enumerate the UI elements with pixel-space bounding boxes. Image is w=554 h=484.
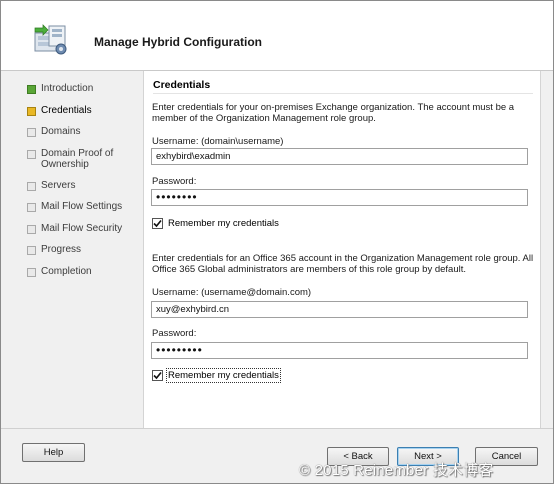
nav-step-progress: Progress	[27, 244, 145, 266]
cloud-remember-label: Remember my credentials	[166, 368, 281, 383]
wizard-header: Manage Hybrid Configuration	[1, 1, 553, 71]
checkmark-icon	[153, 371, 162, 380]
onprem-username-value: exhybird\exadmin	[156, 151, 231, 162]
cloud-username-value: xuy@exhybird.cn	[156, 304, 230, 315]
nav-step-label: Completion	[41, 265, 92, 277]
nav-step-credentials: Credentials	[27, 105, 145, 127]
onprem-remember-checkbox[interactable]	[152, 218, 163, 229]
onprem-username-label: Username: (domain\username)	[152, 136, 284, 147]
cloud-password-mask: •••••••••	[156, 343, 203, 357]
onprem-remember-row[interactable]: Remember my credentials	[152, 218, 279, 229]
nav-step-domain-proof: Domain Proof of Ownership	[27, 148, 145, 180]
wizard-steps-nav: Introduction Credentials Domains Domain …	[27, 83, 145, 287]
cloud-username-label: Username: (username@domain.com)	[152, 287, 312, 298]
step-current-icon	[27, 106, 36, 116]
nav-step-label: Domains	[41, 126, 81, 137]
nav-step-introduction: Introduction	[27, 83, 145, 105]
step-pending-icon	[27, 224, 36, 234]
help-button[interactable]: Help	[22, 443, 85, 462]
cloud-password-field[interactable]: •••••••••	[151, 342, 528, 359]
divider	[153, 93, 533, 94]
cloud-password-label: Password:	[152, 328, 197, 339]
nav-step-label: Mail Flow Security	[41, 222, 123, 234]
section-title: Credentials	[153, 79, 211, 91]
step-pending-icon	[27, 128, 36, 137]
step-pending-icon	[27, 246, 36, 255]
footer-divider	[1, 428, 553, 429]
step-pending-icon	[27, 181, 36, 191]
onprem-remember-label: Remember my credentials	[168, 218, 279, 229]
watermark-text: © 2015 Reinember 技术博客	[299, 462, 494, 479]
cloud-remember-checkbox[interactable]	[152, 370, 163, 381]
cloud-username-field[interactable]: xuy@exhybird.cn	[151, 301, 528, 318]
onprem-description: Enter credentials for your on-premises E…	[152, 102, 515, 124]
page-title: Manage Hybrid Configuration	[94, 35, 262, 49]
onprem-password-label: Password:	[152, 176, 197, 187]
onprem-password-field[interactable]: ••••••••	[151, 189, 528, 206]
nav-step-mail-flow-security: Mail Flow Security	[27, 223, 145, 245]
nav-step-label: Introduction	[41, 83, 94, 94]
cloud-description: Enter credentials for an Office 365 acco…	[152, 253, 534, 275]
step-pending-icon	[27, 149, 36, 159]
nav-step-label: Mail Flow Settings	[41, 201, 123, 212]
wizard-window: Manage Hybrid Configuration Introduction…	[0, 0, 554, 484]
onprem-username-field[interactable]: exhybird\exadmin	[151, 148, 528, 165]
credentials-panel: Credentials Enter credentials for your o…	[143, 71, 541, 428]
nav-step-label: Progress	[41, 244, 82, 255]
nav-step-label: Servers	[41, 179, 76, 191]
step-complete-icon	[27, 85, 36, 94]
onprem-password-mask: ••••••••	[156, 190, 198, 204]
hybrid-config-icon	[34, 24, 67, 55]
nav-step-completion: Completion	[27, 266, 145, 288]
nav-step-label: Credentials	[41, 104, 92, 116]
nav-step-domains: Domains	[27, 126, 145, 148]
nav-step-mail-flow-settings: Mail Flow Settings	[27, 201, 145, 223]
step-pending-icon	[27, 267, 36, 277]
nav-step-label: Domain Proof of Ownership	[41, 147, 114, 170]
cloud-remember-row[interactable]: Remember my credentials	[152, 368, 281, 383]
nav-step-servers: Servers	[27, 180, 145, 202]
checkmark-icon	[153, 219, 162, 228]
step-pending-icon	[27, 203, 36, 212]
